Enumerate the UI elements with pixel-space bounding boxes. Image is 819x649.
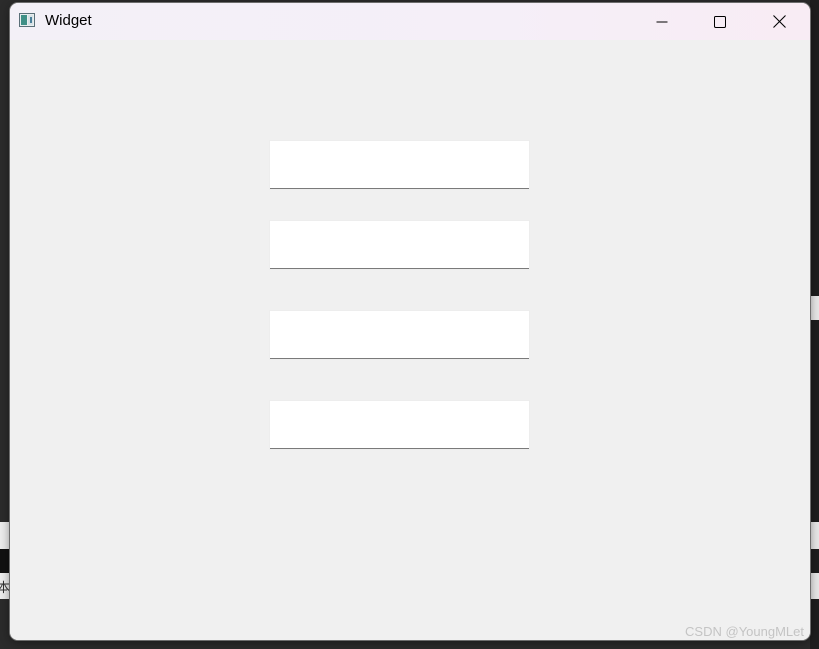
qt-window-icon: [19, 13, 35, 27]
desktop-background-strip: [810, 573, 819, 599]
close-button[interactable]: [750, 3, 808, 40]
desktop-background-strip: [0, 522, 10, 549]
line-edit-1[interactable]: [270, 141, 529, 189]
desktop-background-edge: [810, 0, 819, 649]
title-bar[interactable]: Widget: [10, 3, 810, 40]
desktop-background-strip: [0, 549, 10, 573]
widget-client-area: CSDN @YoungMLet: [10, 40, 810, 640]
minimize-button[interactable]: [633, 3, 691, 40]
window-title: Widget: [45, 12, 92, 29]
line-edit-3[interactable]: [270, 311, 529, 359]
widget-window: Widget CSDN @YoungMLet: [10, 3, 810, 640]
minimize-icon: [656, 16, 668, 28]
desktop-background-strip: [810, 522, 819, 549]
maximize-icon: [714, 15, 726, 28]
background-text-fragment: 本: [0, 581, 10, 596]
maximize-button[interactable]: [691, 3, 749, 40]
line-edit-4[interactable]: [270, 401, 529, 449]
close-icon: [772, 15, 786, 28]
desktop-background-strip: 本: [0, 573, 10, 599]
desktop-background-strip: [810, 296, 819, 320]
line-edit-2[interactable]: [270, 221, 529, 269]
watermark-text: CSDN @YoungMLet: [685, 624, 804, 639]
